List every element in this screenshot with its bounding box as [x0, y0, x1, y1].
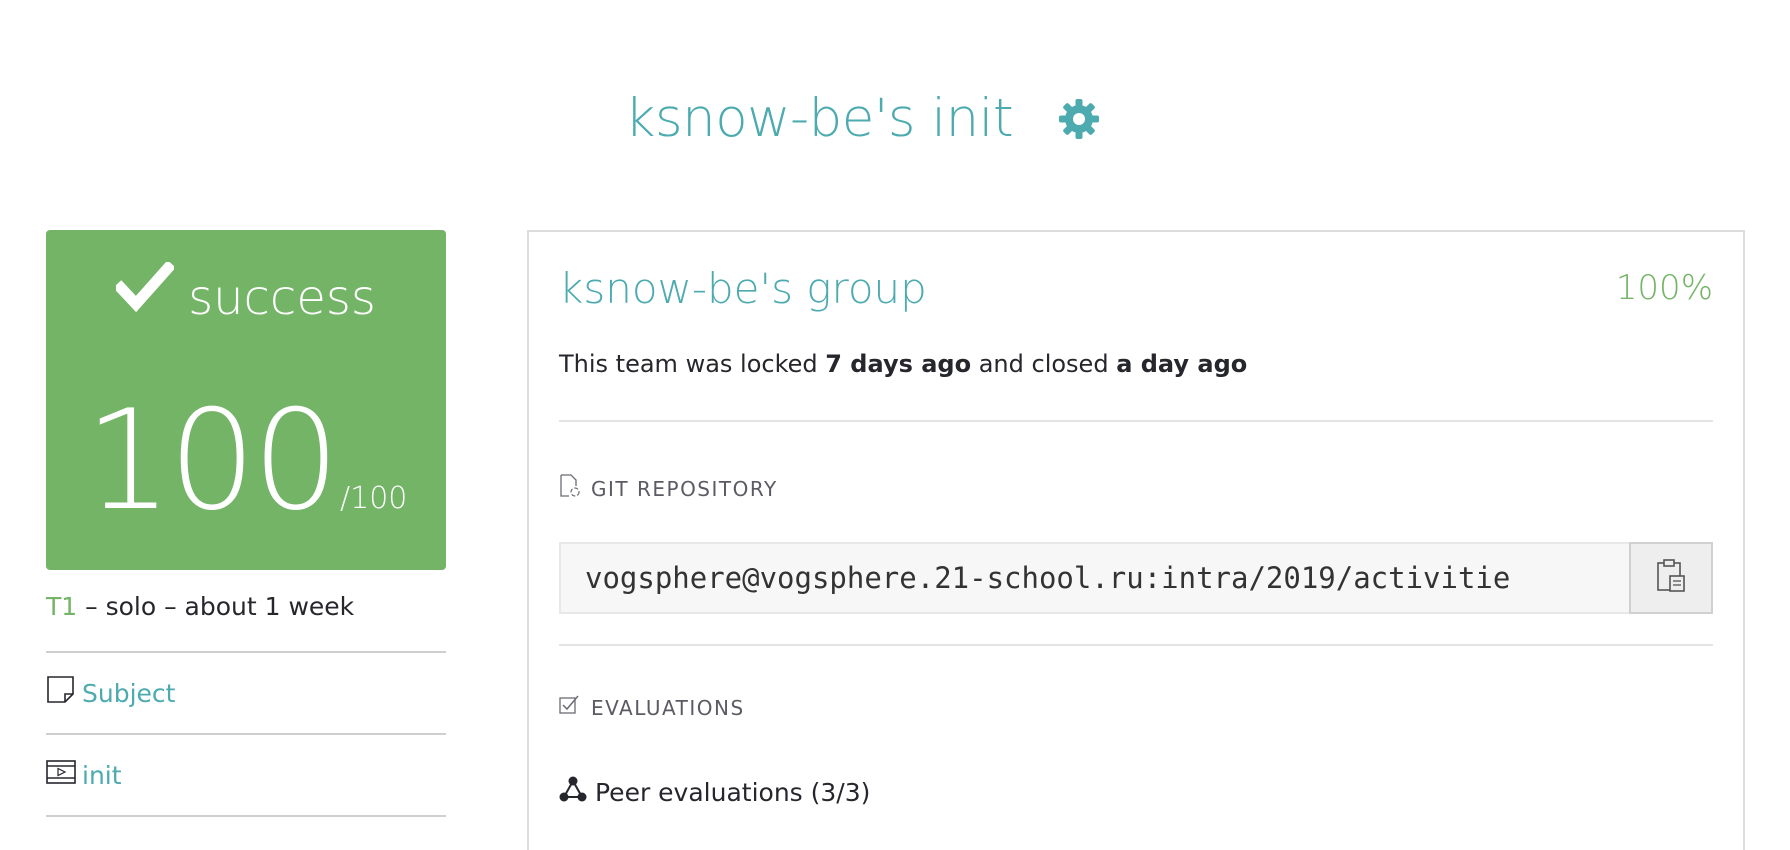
repo-url-field[interactable]: vogsphere@vogsphere.21-school.ru:intra/2… [559, 542, 1629, 614]
score-max: /100 [340, 481, 408, 516]
network-icon [559, 775, 587, 809]
team-name[interactable]: ksnow-be's group [559, 264, 927, 313]
project-meta: T1 – solo – about 1 week [46, 592, 446, 621]
divider [559, 644, 1713, 646]
peer-evaluations: Peer evaluations (3/3) [559, 775, 870, 809]
lock-middle: and closed [971, 350, 1117, 378]
page-title-wrap: ksnow-be's init [625, 88, 1101, 149]
evaluations-section-title: EVALUATIONS [559, 694, 745, 721]
status-label: success [188, 270, 376, 326]
subject-link[interactable]: Subject [46, 651, 446, 733]
status-line: success [46, 252, 446, 326]
divider [559, 420, 1713, 422]
repo-row: vogsphere@vogsphere.21-school.ru:intra/2… [559, 542, 1713, 614]
score-line: 100/100 [46, 380, 446, 541]
check-icon [113, 260, 176, 316]
team-score: 100% [1615, 268, 1713, 308]
team-lock-status: This team was locked 7 days ago and clos… [559, 350, 1247, 378]
page-title: ksnow-be's init [624, 88, 1014, 149]
evaluations-section-label: EVALUATIONS [591, 695, 745, 720]
locked-when: 7 days ago [825, 350, 972, 378]
subject-link-label: Subject [82, 678, 176, 708]
video-icon [46, 759, 76, 791]
peer-evaluations-label: Peer evaluations (3/3) [595, 777, 871, 807]
video-link[interactable]: init [46, 733, 446, 817]
status-box: success 100/100 [46, 230, 446, 570]
copy-button[interactable] [1629, 542, 1713, 614]
document-icon [46, 675, 76, 711]
gear-icon[interactable] [1057, 97, 1101, 141]
lock-prefix: This team was locked [559, 350, 826, 378]
checkbox-icon [559, 694, 581, 721]
score-value: 100 [84, 380, 340, 541]
tier-label: T1 [46, 592, 78, 621]
video-link-label: init [82, 760, 122, 790]
closed-when: a day ago [1116, 350, 1248, 378]
git-section-label: GIT REPOSITORY [591, 476, 778, 501]
meta-details: – solo – about 1 week [77, 592, 355, 621]
git-section-title: GIT REPOSITORY [559, 474, 778, 503]
team-panel: ksnow-be's group 100% This team was lock… [527, 230, 1745, 850]
git-file-icon [559, 474, 581, 503]
clipboard-icon [1654, 558, 1688, 598]
page-header: ksnow-be's init [0, 88, 1790, 168]
